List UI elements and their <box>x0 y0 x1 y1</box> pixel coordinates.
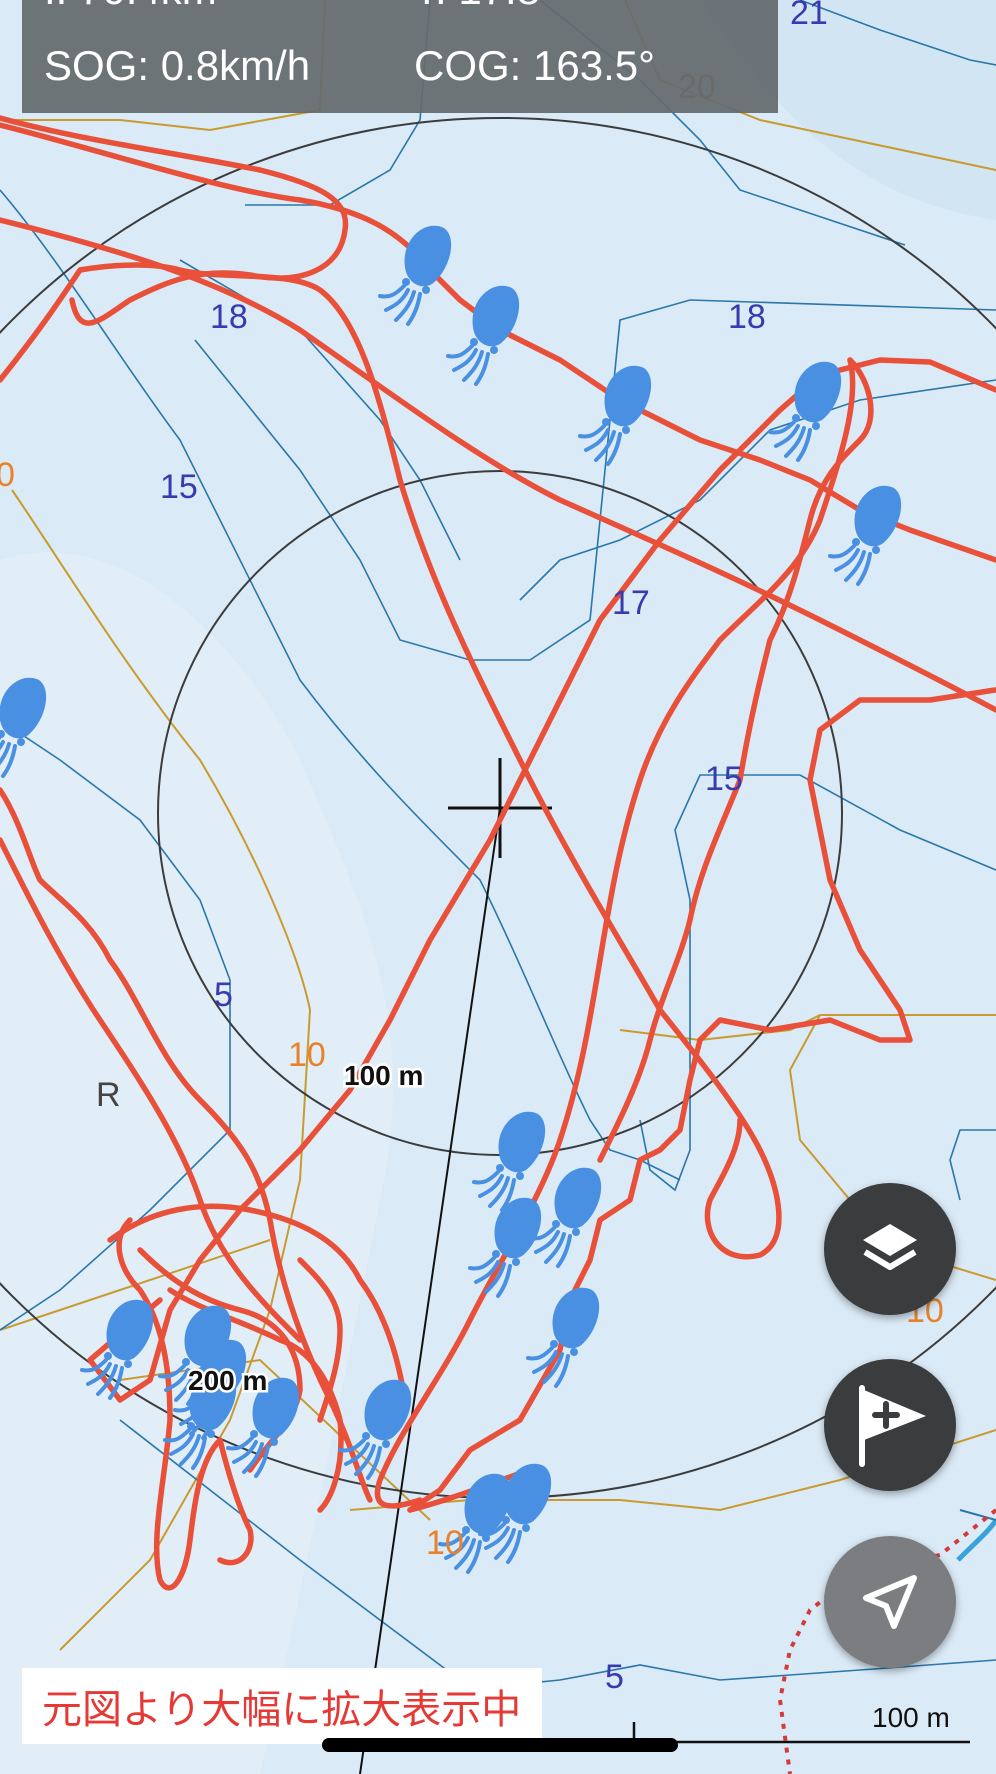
depth-label: 15 <box>160 468 198 506</box>
depth-label: 10 <box>288 1036 326 1074</box>
scale-bar-label: 100 m <box>872 1702 950 1733</box>
locate-button[interactable] <box>824 1536 956 1668</box>
depth-label: 0 <box>0 456 15 494</box>
depth-label: 21 <box>790 0 828 32</box>
depth-label: 5 <box>605 1658 624 1696</box>
depth-label: 15 <box>705 760 743 798</box>
navigation-readout-panel: I: 70.4km T: 17.8 SOG: 0.8km/h COG: 163.… <box>22 0 778 113</box>
add-flag-icon <box>859 1385 926 1467</box>
navigation-arrow-icon <box>863 1575 917 1629</box>
map-marker-r: R <box>96 1076 121 1114</box>
add-waypoint-button[interactable] <box>824 1359 956 1491</box>
depth-label: 10 <box>426 1524 464 1562</box>
layers-icon <box>863 1224 917 1270</box>
depth-label: 18 <box>210 298 248 336</box>
readout-sog: SOG: 0.8km/h <box>44 42 311 89</box>
depth-label: 5 <box>214 976 233 1014</box>
readout-secondary: T: 17.8 <box>414 0 540 14</box>
layers-button[interactable] <box>824 1183 956 1315</box>
range-label-100m: 100 m <box>344 1060 423 1091</box>
zoom-note: 元図より大幅に拡大表示中 <box>22 1668 542 1744</box>
depth-label: 17 <box>612 584 650 622</box>
range-label-200m: 200 m <box>188 1365 267 1396</box>
depth-label: 18 <box>728 298 766 336</box>
readout-distance: I: 70.4km <box>44 0 217 14</box>
nautical-map[interactable]: 21 20 18 18 15 17 15 5 10 10 10 5 0 100 … <box>0 0 996 1774</box>
readout-cog: COG: 163.5° <box>414 42 655 89</box>
home-indicator[interactable] <box>322 1738 678 1752</box>
